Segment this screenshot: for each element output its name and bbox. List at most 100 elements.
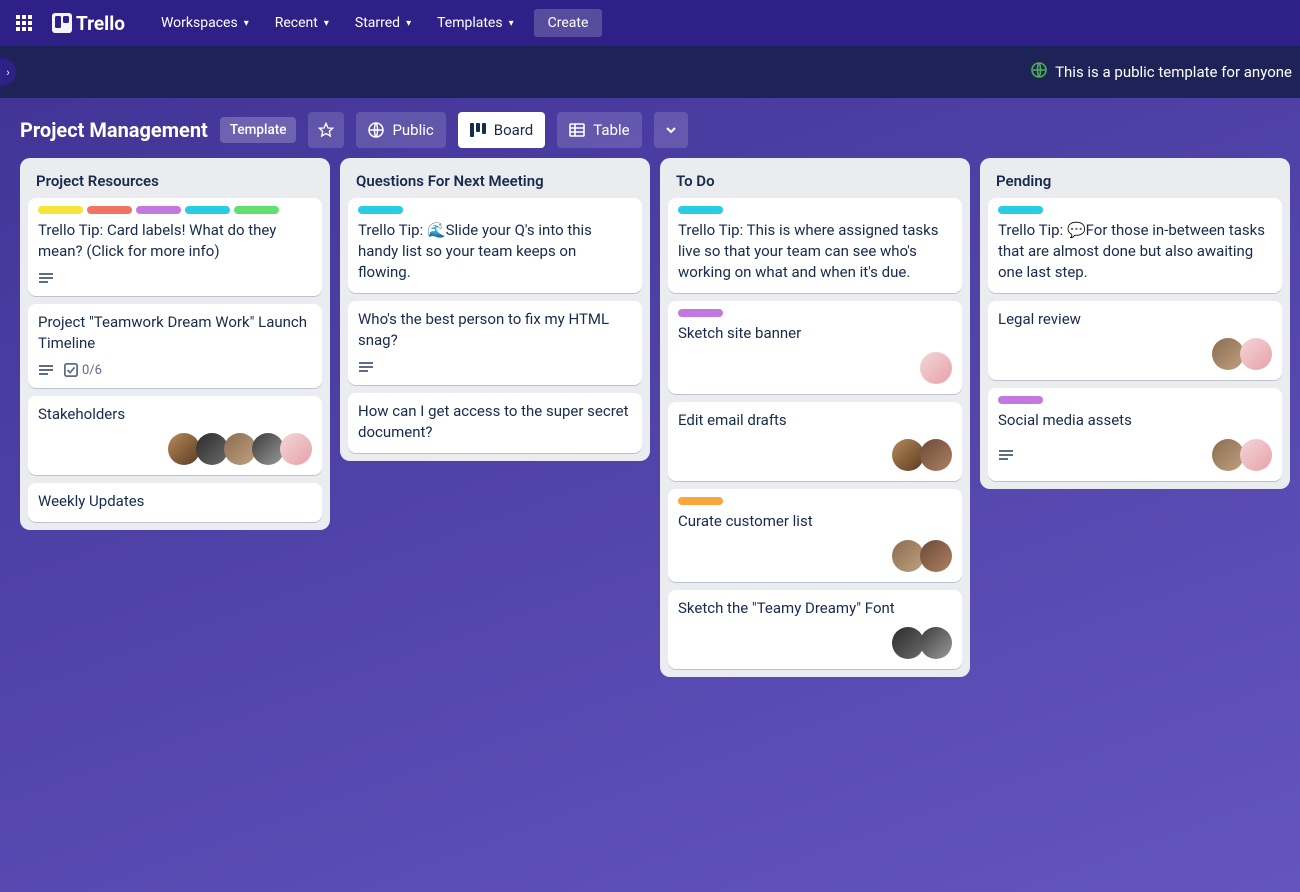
template-badge[interactable]: Template (220, 117, 297, 143)
card-footer (678, 627, 952, 659)
view-table-button[interactable]: Table (557, 112, 641, 148)
list: Questions For Next Meeting Trello Tip: 🌊S… (340, 158, 650, 461)
avatar[interactable] (920, 439, 952, 471)
avatar[interactable] (1240, 338, 1272, 370)
card-members (896, 439, 952, 471)
card[interactable]: Sketch site banner (668, 301, 962, 394)
nav-workspaces[interactable]: Workspaces ▾ (149, 9, 261, 37)
card-labels (998, 396, 1272, 404)
card-text: Sketch site banner (678, 323, 952, 344)
avatar[interactable] (280, 433, 312, 465)
nav-label: Workspaces (161, 15, 238, 31)
public-template-notice: › This is a public template for anyone (0, 46, 1300, 98)
trello-logo[interactable]: Trello (44, 12, 133, 35)
card-labels (678, 497, 952, 505)
label-red[interactable] (87, 206, 132, 214)
card-footer (358, 359, 632, 375)
card[interactable]: Trello Tip: 🌊Slide your Q's into this ha… (348, 198, 642, 293)
globe-icon (1031, 62, 1047, 82)
checklist-badge: 0/6 (64, 363, 102, 378)
nav-recent[interactable]: Recent ▾ (263, 9, 341, 37)
card[interactable]: Edit email drafts (668, 402, 962, 481)
card[interactable]: How can I get access to the super secret… (348, 393, 642, 453)
view-table-label: Table (593, 121, 629, 139)
nav-label: Templates (437, 15, 503, 31)
card-text: Legal review (998, 309, 1272, 330)
card-text: Trello Tip: 🌊Slide your Q's into this ha… (358, 220, 632, 283)
card-text: Sketch the "Teamy Dreamy" Font (678, 598, 952, 619)
card-footer (678, 439, 952, 471)
card[interactable]: Social media assets (988, 388, 1282, 481)
card-text: Trello Tip: 💬For those in-between tasks … (998, 220, 1272, 283)
view-more-button[interactable] (654, 112, 688, 148)
label-sky[interactable] (185, 206, 230, 214)
nav-starred[interactable]: Starred▾ (343, 9, 423, 37)
card-labels (998, 206, 1272, 214)
card-text: How can I get access to the super secret… (358, 401, 632, 443)
card[interactable]: Who's the best person to fix my HTML sna… (348, 301, 642, 385)
card-members (924, 352, 952, 384)
label-sky[interactable] (358, 206, 403, 214)
logo-text: Trello (76, 12, 125, 35)
card-footer (678, 352, 952, 384)
card[interactable]: Project "Teamwork Dream Work" Launch Tim… (28, 304, 322, 388)
nav-templates[interactable]: Templates ▾ (425, 9, 526, 37)
label-purple[interactable] (678, 309, 723, 317)
card[interactable]: Trello Tip: Card labels! What do they me… (28, 198, 322, 296)
description-icon (358, 359, 374, 375)
description-icon (998, 447, 1014, 463)
label-sky[interactable] (678, 206, 723, 214)
create-button[interactable]: Create (534, 9, 603, 37)
card-text: Curate customer list (678, 511, 952, 532)
card-text: Weekly Updates (38, 491, 312, 512)
list-title[interactable]: Pending (988, 166, 1282, 198)
label-purple[interactable] (998, 396, 1043, 404)
apps-menu-icon[interactable] (8, 7, 40, 39)
nav-label: Starred (355, 15, 400, 31)
avatar[interactable] (920, 352, 952, 384)
description-icon (38, 362, 54, 378)
card[interactable]: Weekly Updates (28, 483, 322, 522)
card[interactable]: Legal review (988, 301, 1282, 380)
card-footer: 0/6 (38, 362, 312, 378)
card[interactable]: Trello Tip: 💬For those in-between tasks … (988, 198, 1282, 293)
card-footer (38, 433, 312, 465)
description-icon (38, 270, 54, 286)
avatar[interactable] (920, 540, 952, 572)
card-members (172, 433, 312, 465)
nav-label: Recent (275, 15, 318, 31)
label-orange[interactable] (678, 497, 723, 505)
card-footer (678, 540, 952, 572)
card-text: Trello Tip: Card labels! What do they me… (38, 220, 312, 262)
card[interactable]: Sketch the "Teamy Dreamy" Font (668, 590, 962, 669)
label-purple[interactable] (136, 206, 181, 214)
card-members (896, 627, 952, 659)
chevron-down-icon: ▾ (244, 18, 249, 29)
card[interactable]: Trello Tip: This is where assigned tasks… (668, 198, 962, 293)
avatar[interactable] (1240, 439, 1272, 471)
chevron-down-icon: ▾ (509, 18, 514, 29)
avatar[interactable] (920, 627, 952, 659)
chevron-down-icon: ▾ (324, 18, 329, 29)
card[interactable]: Curate customer list (668, 489, 962, 582)
list-title[interactable]: To Do (668, 166, 962, 198)
card-text: Edit email drafts (678, 410, 952, 431)
label-green[interactable] (234, 206, 279, 214)
view-board-button[interactable]: Board (458, 112, 545, 148)
list: To DoTrello Tip: This is where assigned … (660, 158, 970, 677)
visibility-button[interactable]: Public (356, 112, 445, 148)
sidebar-expand-icon[interactable]: › (0, 58, 16, 86)
card-labels (38, 206, 312, 214)
card[interactable]: Stakeholders (28, 396, 322, 475)
card-footer (38, 270, 312, 286)
card-members (1216, 338, 1272, 370)
list-title[interactable]: Questions For Next Meeting (348, 166, 642, 198)
list: Project Resources Trello Tip: Card labels… (20, 158, 330, 530)
label-sky[interactable] (998, 206, 1043, 214)
card-text: Stakeholders (38, 404, 312, 425)
card-text: Who's the best person to fix my HTML sna… (358, 309, 632, 351)
board-header: Project Management Template Public Board… (0, 98, 1300, 158)
star-button[interactable] (308, 112, 344, 148)
label-yellow[interactable] (38, 206, 83, 214)
list-title[interactable]: Project Resources (28, 166, 322, 198)
